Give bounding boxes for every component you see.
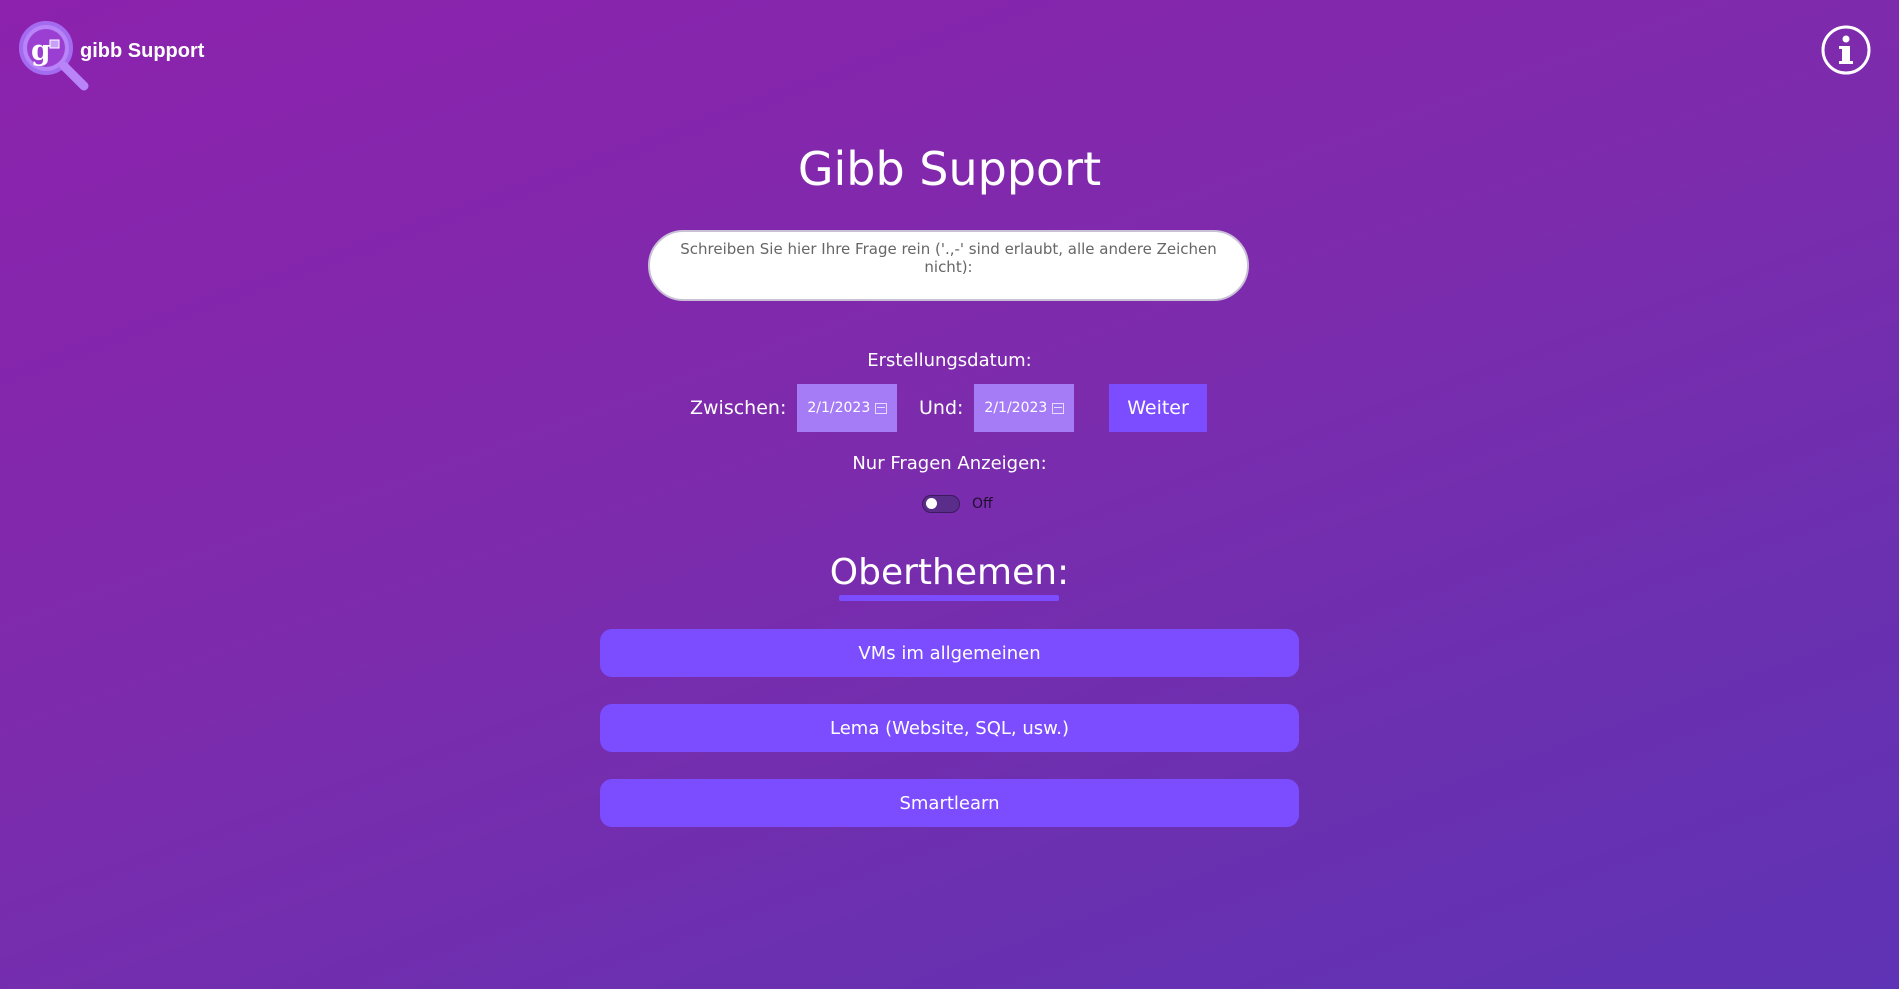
logo[interactable]: g gibb Support [16, 18, 204, 98]
topic-button-smartlearn[interactable]: Smartlearn [600, 779, 1299, 827]
calendar-icon[interactable] [875, 402, 888, 414]
from-date-group: Zwischen: 2/1/2023 [690, 384, 898, 432]
topic-button-lema[interactable]: Lema (Website, SQL, usw.) [600, 704, 1299, 752]
date-label: Erstellungsdatum: [867, 350, 1032, 371]
topics-heading: Oberthemen: [829, 552, 1070, 593]
weiter-button[interactable]: Weiter [1109, 384, 1207, 432]
toggle-knob [926, 498, 937, 509]
info-circle-icon[interactable] [1820, 24, 1872, 76]
topic-button-vms[interactable]: VMs im allgemeinen [600, 629, 1299, 677]
only-questions-label: Nur Fragen Anzeigen: [852, 453, 1047, 474]
to-date-value: 2/1/2023 [984, 400, 1048, 416]
to-date-input[interactable]: 2/1/2023 [974, 384, 1075, 432]
between-label: Zwischen: [690, 397, 787, 419]
page-title: Gibb Support [797, 142, 1102, 196]
to-date-group: Und: 2/1/2023 [919, 384, 1075, 432]
logo-text: gibb Support [80, 39, 205, 62]
calendar-icon[interactable] [1052, 402, 1065, 414]
only-questions-toggle-group: Off [922, 495, 993, 513]
and-label: Und: [919, 397, 964, 419]
only-questions-toggle[interactable] [922, 495, 960, 513]
topics-heading-underline [839, 595, 1059, 601]
toggle-state-label: Off [972, 496, 993, 512]
from-date-value: 2/1/2023 [807, 400, 871, 416]
logo-letter: g [31, 34, 51, 67]
question-input[interactable] [648, 230, 1249, 301]
from-date-input[interactable]: 2/1/2023 [797, 384, 898, 432]
